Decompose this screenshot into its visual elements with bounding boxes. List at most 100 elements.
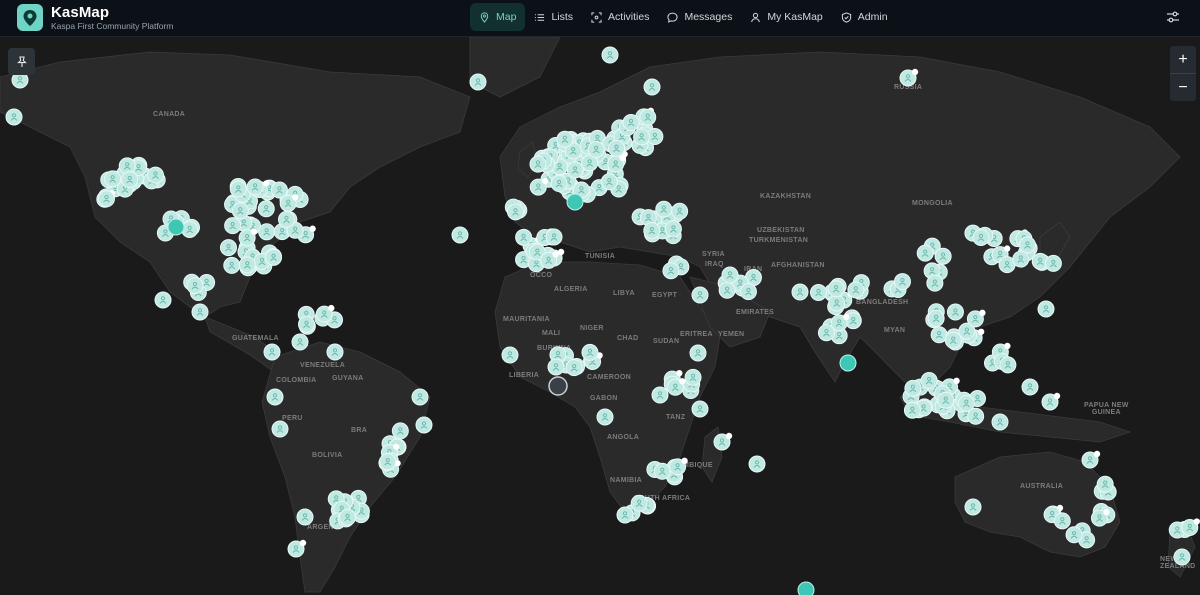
member-marker[interactable] xyxy=(1037,300,1055,318)
member-marker[interactable] xyxy=(191,303,209,321)
member-marker[interactable] xyxy=(643,78,661,96)
member-marker[interactable] xyxy=(415,416,433,434)
member-marker[interactable] xyxy=(186,277,204,295)
member-marker[interactable] xyxy=(903,401,921,419)
member-marker[interactable] xyxy=(529,177,549,196)
member-marker[interactable] xyxy=(326,343,344,361)
highlighted-marker[interactable] xyxy=(797,581,815,595)
member-marker[interactable] xyxy=(229,180,247,198)
member-marker[interactable] xyxy=(411,388,429,406)
filter-settings-button[interactable] xyxy=(1166,10,1180,24)
member-marker[interactable] xyxy=(669,457,688,476)
member-marker[interactable] xyxy=(545,228,563,246)
member-marker[interactable] xyxy=(287,539,307,558)
member-marker[interactable] xyxy=(691,286,709,304)
nav-admin[interactable]: Admin xyxy=(832,3,897,31)
member-marker[interactable] xyxy=(224,217,242,235)
member-marker[interactable] xyxy=(97,190,115,208)
member-marker[interactable] xyxy=(1181,518,1200,537)
member-marker[interactable] xyxy=(639,108,657,126)
nav-messages[interactable]: Messages xyxy=(658,3,741,31)
member-marker[interactable] xyxy=(809,283,827,301)
member-marker[interactable] xyxy=(721,266,739,284)
nav-my-kasmap[interactable]: My KasMap xyxy=(741,3,831,31)
member-marker[interactable] xyxy=(616,506,634,524)
member-marker[interactable] xyxy=(146,166,164,184)
member-marker[interactable] xyxy=(223,256,241,274)
member-marker[interactable] xyxy=(271,420,289,438)
member-marker[interactable] xyxy=(277,210,295,228)
member-marker[interactable] xyxy=(556,130,574,148)
member-marker[interactable] xyxy=(934,247,952,265)
member-marker[interactable] xyxy=(601,46,619,64)
member-marker[interactable] xyxy=(529,155,547,173)
member-marker[interactable] xyxy=(121,171,139,189)
member-marker[interactable] xyxy=(944,331,962,349)
member-marker[interactable] xyxy=(718,281,736,299)
member-marker[interactable] xyxy=(691,400,709,418)
member-marker[interactable] xyxy=(630,494,648,512)
member-marker[interactable] xyxy=(999,356,1017,374)
member-marker[interactable] xyxy=(643,222,661,240)
member-marker[interactable] xyxy=(664,220,682,238)
member-marker[interactable] xyxy=(1065,526,1083,544)
member-marker[interactable] xyxy=(927,309,945,327)
member-marker[interactable] xyxy=(391,422,409,440)
member-marker[interactable] xyxy=(966,309,986,328)
member-marker[interactable] xyxy=(937,391,955,409)
member-marker[interactable] xyxy=(501,346,519,364)
member-marker[interactable] xyxy=(296,508,314,526)
highlighted-marker[interactable] xyxy=(167,218,185,236)
member-marker[interactable] xyxy=(596,408,614,426)
member-marker[interactable] xyxy=(972,228,990,246)
member-marker[interactable] xyxy=(507,203,525,221)
member-marker[interactable] xyxy=(154,291,172,309)
member-marker[interactable] xyxy=(246,178,264,196)
member-marker[interactable] xyxy=(1044,254,1062,272)
logo[interactable] xyxy=(17,4,43,31)
member-markers[interactable] xyxy=(0,37,1200,595)
member-marker[interactable] xyxy=(622,113,640,131)
world-map[interactable]: CANADA RUSSIA KAZAKHSTAN MONGOLIA UZBEKI… xyxy=(0,37,1200,595)
member-marker[interactable] xyxy=(828,294,846,312)
member-marker[interactable] xyxy=(1053,512,1071,530)
member-marker[interactable] xyxy=(684,368,702,386)
member-marker[interactable] xyxy=(469,73,487,91)
member-marker[interactable] xyxy=(263,343,281,361)
member-marker[interactable] xyxy=(219,239,237,257)
member-marker[interactable] xyxy=(651,386,669,404)
pin-button[interactable] xyxy=(8,48,35,75)
member-marker[interactable] xyxy=(1021,378,1039,396)
nav-lists[interactable]: Lists xyxy=(525,3,582,31)
zoom-out-button[interactable]: − xyxy=(1170,74,1196,101)
member-marker[interactable] xyxy=(379,453,397,471)
member-marker[interactable] xyxy=(847,281,865,299)
member-marker[interactable] xyxy=(587,140,605,158)
member-marker[interactable] xyxy=(1041,392,1061,411)
member-marker[interactable] xyxy=(964,498,982,516)
member-marker[interactable] xyxy=(739,283,757,301)
member-marker[interactable] xyxy=(893,273,911,291)
member-marker[interactable] xyxy=(600,173,618,191)
member-marker[interactable] xyxy=(671,202,689,220)
member-marker[interactable] xyxy=(258,223,276,241)
member-marker[interactable] xyxy=(957,394,975,412)
member-marker[interactable] xyxy=(266,388,284,406)
member-marker[interactable] xyxy=(920,372,938,390)
member-marker[interactable] xyxy=(633,128,651,146)
business-marker[interactable] xyxy=(548,376,568,396)
member-marker[interactable] xyxy=(238,228,258,247)
member-marker[interactable] xyxy=(748,455,766,473)
member-marker[interactable] xyxy=(653,462,671,480)
member-marker[interactable] xyxy=(550,175,568,193)
member-marker[interactable] xyxy=(899,68,919,87)
member-marker[interactable] xyxy=(916,244,934,262)
highlighted-marker[interactable] xyxy=(839,354,857,372)
member-marker[interactable] xyxy=(1012,250,1030,268)
zoom-in-button[interactable]: + xyxy=(1170,46,1196,73)
nav-map[interactable]: Map xyxy=(470,3,526,31)
member-marker[interactable] xyxy=(565,359,583,377)
member-marker[interactable] xyxy=(1018,236,1036,254)
member-marker[interactable] xyxy=(298,315,316,333)
member-marker[interactable] xyxy=(1090,508,1110,527)
